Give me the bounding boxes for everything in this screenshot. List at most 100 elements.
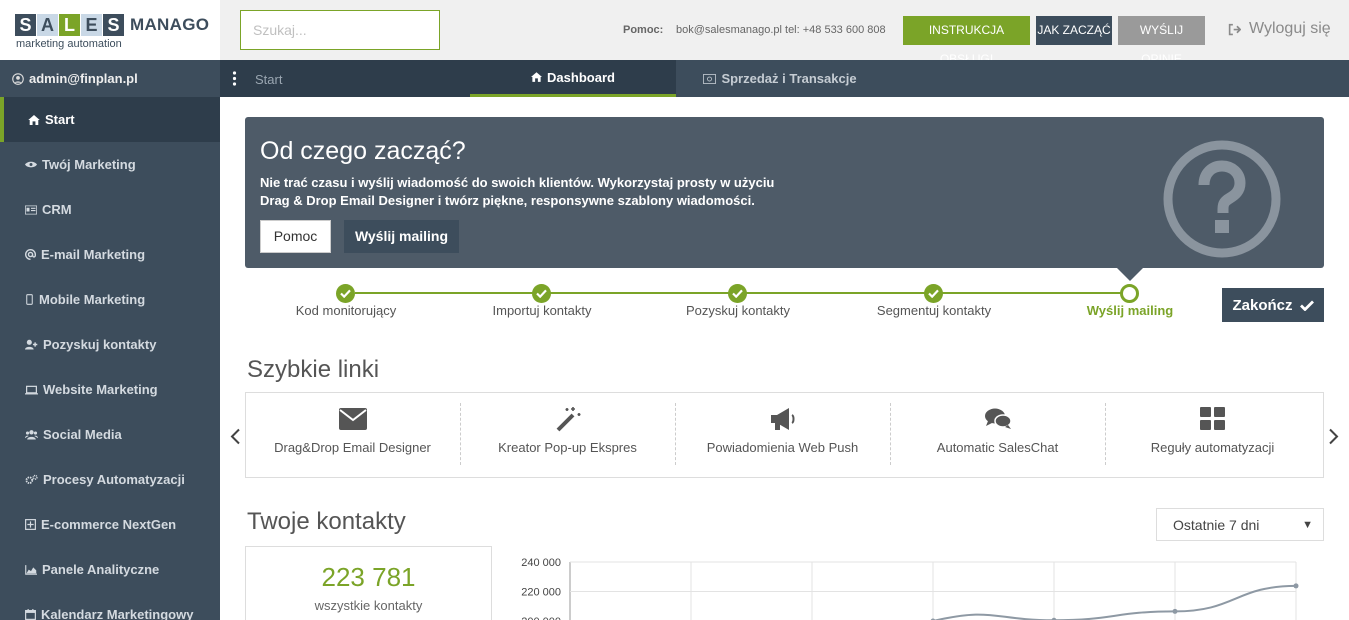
chevron-left-icon[interactable] [230,428,241,445]
logo-letter: S [103,14,124,36]
sidebar-item-email-marketing[interactable]: E-mail Marketing [0,232,220,277]
cogs-icon [25,474,38,485]
quick-link-automation-rules[interactable]: Reguły automatyzacji [1105,392,1320,478]
contacts-title: Twoje kontakty [247,508,406,535]
kebab-menu-icon[interactable] [232,71,237,86]
quick-link-label: Powiadomienia Web Push [706,440,859,455]
home-icon [531,72,543,82]
tab-dashboard[interactable]: Dashboard [470,60,676,97]
send-feedback-button[interactable]: WYŚLIJ OPINIĘ [1118,16,1205,66]
sidebar-item-ecommerce-nextgen[interactable]: E-commerce NextGen [0,502,220,547]
sidebar-item-mobile-marketing[interactable]: Mobile Marketing [0,277,220,322]
sidebar-item-panele-analityczne[interactable]: Panele Analityczne [0,547,220,592]
banner-text-line: Nie trać czasu i wyślij wiadomość do swo… [260,175,775,190]
instruction-button[interactable]: INSTRUKCJA OBSŁUGI [903,16,1030,66]
logo-letter: S [15,14,36,36]
logo-area: S A L E S MANAGO marketing automation [0,0,220,60]
check-icon [732,289,743,298]
quick-link-label: Drag&Drop Email Designer [274,440,431,455]
help-contact[interactable]: bok@salesmanago.pl tel: +48 533 600 808 [676,24,886,36]
step-label[interactable]: Segmentuj kontakty [849,303,1019,318]
contacts-total-label: wszystkie kontakty [314,598,423,613]
finish-button[interactable]: Zakończ [1222,288,1324,322]
breadcrumb-start[interactable]: Start [255,72,282,87]
sidebar-item-label: Procesy Automatyzacji [43,472,185,487]
at-icon [25,249,36,260]
chart-y-tick-label: 220 000 [521,587,561,599]
magic-wand-icon [556,407,580,432]
banner-title: Od czego zacząć? [260,137,466,165]
sidebar-item-start[interactable]: Start [0,97,220,142]
ql-icon-wrap [1199,405,1226,433]
step-done-check [728,284,747,303]
step-label[interactable]: Importuj kontakty [457,303,627,318]
tab-dashboard-label: Dashboard [547,69,615,85]
question-circle-icon [1163,140,1281,258]
help-button[interactable]: Pomoc [260,220,331,253]
sidebar-item-label: Social Media [43,427,122,442]
range-select-value: Ostatnie 7 dni [1173,516,1260,533]
sidebar-item-label: Pozyskuj kontakty [43,337,157,352]
user-account[interactable]: admin@finplan.pl [12,71,138,86]
ql-icon-wrap [338,405,367,433]
chart-y-tick-label: 240 000 [521,557,561,569]
ql-icon-wrap [984,405,1012,433]
quick-link-label: Reguły automatyzacji [1150,440,1275,455]
sidebar-item-website-marketing[interactable]: Website Marketing [0,367,220,412]
logout-button[interactable]: Wyloguj się [1228,20,1331,38]
user-email: admin@finplan.pl [29,71,138,86]
sidebar-item-crm[interactable]: CRM [0,187,220,232]
search-input[interactable] [240,10,440,50]
logo-letter: L [59,14,80,36]
contacts-line-chart: 240 000 220 000 200 000 [521,557,1299,620]
range-select[interactable]: Ostatnie 7 dni ▼ [1156,508,1324,541]
sidebar-item-pozyskuj-kontakty[interactable]: Pozyskuj kontakty [0,322,220,367]
banner-text: Nie trać czasu i wyślij wiadomość do swo… [260,174,820,210]
calendar-icon [25,609,36,620]
bullhorn-icon [770,408,794,430]
quick-link-saleschat[interactable]: Automatic SalesChat [890,392,1105,478]
step-done-check [532,284,551,303]
step-label-current[interactable]: Wyślij mailing [1045,303,1215,318]
chart-data-point[interactable] [1172,608,1178,614]
chevron-right-icon[interactable] [1328,428,1339,445]
envelope-icon [338,408,367,430]
sidebar-item-label: E-commerce NextGen [41,517,177,532]
step-label[interactable]: Pozyskuj kontakty [653,303,823,318]
sidebar-item-label: Panele Analityczne [42,562,160,577]
logo-letter: E [81,14,102,36]
tab-sales-label: Sprzedaż i Transakcje [721,71,857,86]
chart-data-point[interactable] [1293,583,1299,589]
check-icon [536,289,547,298]
plus-square-icon [25,519,36,530]
logout-label: Wyloguj się [1249,20,1331,37]
banner-text-line: Drag & Drop Email Designer i twórz piękn… [260,193,755,208]
sidebar-item-kalendarz-marketingowy[interactable]: Kalendarz Marketingowy [0,592,220,620]
quick-link-email-designer[interactable]: Drag&Drop Email Designer [245,392,460,478]
home-icon [28,114,40,125]
ql-icon-wrap [769,405,797,433]
money-icon [703,73,717,84]
logo-word: MANAGO [130,15,210,34]
ql-icon-wrap [555,405,581,433]
step-label[interactable]: Kod monitorujący [261,303,431,318]
sidebar-item-social-media[interactable]: Social Media [0,412,220,457]
quick-link-web-push[interactable]: Powiadomienia Web Push [675,392,890,478]
id-card-icon [25,205,37,214]
logo[interactable]: S A L E S MANAGO [15,14,209,36]
how-to-start-button[interactable]: JAK ZACZĄĆ [1036,16,1112,45]
quick-link-popup-creator[interactable]: Kreator Pop-up Ekspres [460,392,675,478]
contacts-total-value: 223 781 [321,562,416,592]
sidebar-item-label: Website Marketing [43,382,158,397]
comments-icon [984,408,1012,429]
sidebar: Start Twój Marketing CRM E-mail Marketin… [0,97,220,620]
sidebar-item-twoj-marketing[interactable]: Twój Marketing [0,142,220,187]
check-icon [340,289,351,298]
sign-out-icon [1228,23,1241,35]
send-mailing-button[interactable]: Wyślij mailing [344,220,459,253]
eye-icon [25,161,37,168]
tab-sales-transactions[interactable]: Sprzedaż i Transakcje [700,60,860,97]
sidebar-item-label: E-mail Marketing [41,247,146,262]
sidebar-item-procesy-automatyzacji[interactable]: Procesy Automatyzacji [0,457,220,502]
grid-icon [1199,407,1225,430]
